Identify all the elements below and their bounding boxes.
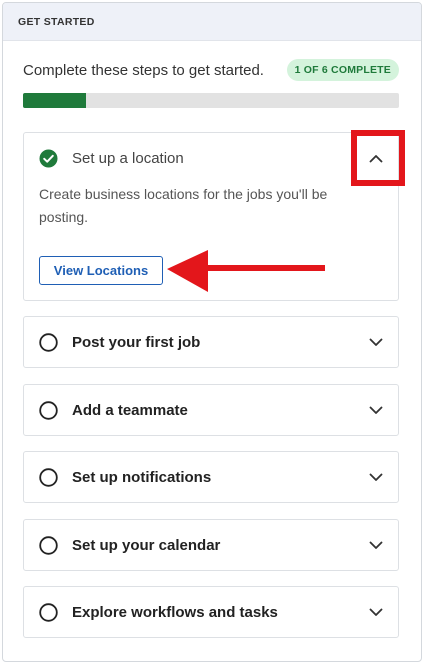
step-body: Create business locations for the jobs y… (24, 183, 398, 303)
empty-circle-icon (39, 535, 58, 555)
step-title: Explore workflows and tasks (72, 603, 278, 621)
chevron-down-icon[interactable] (366, 535, 386, 555)
step-explore-workflows[interactable]: Explore workflows and tasks (23, 586, 399, 638)
step-add-teammate[interactable]: Add a teammate (23, 384, 399, 436)
step-header-add-teammate[interactable]: Add a teammate (24, 385, 398, 435)
view-locations-button[interactable]: View Locations (39, 256, 163, 285)
step-title: Set up your calendar (72, 536, 221, 554)
step-post-first-job[interactable]: Post your first job (23, 316, 399, 368)
completion-badge: 1 OF 6 COMPLETE (286, 59, 399, 81)
empty-circle-icon (39, 467, 58, 487)
step-header-post-first-job[interactable]: Post your first job (24, 317, 398, 367)
progress-bar (23, 93, 399, 108)
step-title: Set up notifications (72, 468, 212, 486)
summary-row: Complete these steps to get started. 1 O… (23, 58, 399, 82)
step-header-set-up-calendar[interactable]: Set up your calendar (24, 520, 398, 570)
chevron-down-icon[interactable] (366, 602, 386, 622)
chevron-up-icon[interactable] (366, 148, 386, 168)
step-set-up-location: Set up a location Create business locati… (23, 132, 399, 301)
card-header-title: GET STARTED (18, 15, 95, 28)
step-set-up-calendar[interactable]: Set up your calendar (23, 519, 399, 571)
step-header-set-up-notifications[interactable]: Set up notifications (24, 452, 398, 502)
empty-circle-icon (39, 332, 58, 352)
chevron-down-icon[interactable] (366, 400, 386, 420)
card-header: GET STARTED (3, 3, 421, 41)
step-title: Post your first job (72, 333, 201, 351)
step-set-up-notifications[interactable]: Set up notifications (23, 451, 399, 503)
chevron-down-icon[interactable] (366, 332, 386, 352)
step-header-set-up-location[interactable]: Set up a location (24, 133, 398, 183)
step-description: Create business locations for the jobs y… (39, 186, 328, 225)
empty-circle-icon (39, 400, 58, 420)
check-circle-icon (39, 149, 58, 168)
empty-circle-icon (39, 602, 58, 622)
summary-text: Complete these steps to get started. (23, 61, 264, 79)
step-title: Add a teammate (72, 401, 188, 419)
step-header-explore-workflows[interactable]: Explore workflows and tasks (24, 587, 398, 637)
chevron-down-icon[interactable] (366, 467, 386, 487)
step-title: Set up a location (72, 149, 184, 167)
progress-fill (23, 93, 86, 108)
